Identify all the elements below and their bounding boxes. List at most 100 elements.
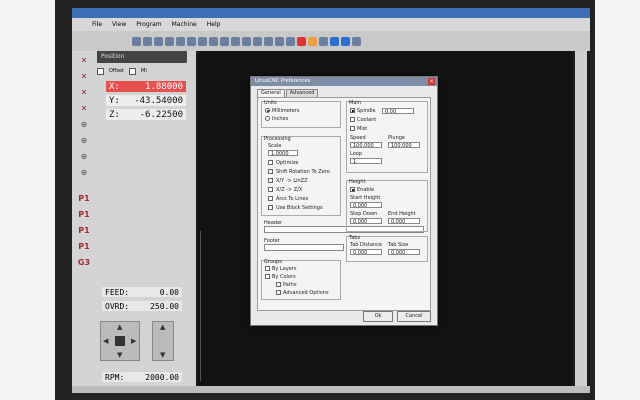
run-icon[interactable] [154,36,163,46]
pause-icon[interactable] [176,36,185,46]
jog-down-icon[interactable]: ▼ [117,351,122,359]
stop-icon[interactable] [297,36,306,46]
strip-icon-10[interactable]: P1 [74,207,94,221]
strip-icon-9[interactable]: P1 [74,191,94,205]
ok-button[interactable]: Ok [363,311,393,322]
plunge-field[interactable]: 100.000 [388,142,420,149]
arcs-to-lines-checkbox[interactable] [268,196,273,201]
close-icon[interactable]: × [428,78,435,85]
view-icon[interactable] [187,36,196,46]
step-icon[interactable] [165,36,174,46]
jog-z-up-icon[interactable]: ▲ [160,323,165,331]
enable-label: Enable [357,187,375,193]
by-colors-checkbox[interactable] [265,274,270,279]
menu-help[interactable]: Help [207,21,221,28]
strip-icon-11[interactable]: P1 [74,223,94,237]
mi-checkbox[interactable] [129,67,137,75]
folder-icon[interactable] [308,36,317,46]
save-icon[interactable] [352,36,361,46]
strip-icon-6[interactable]: ⊕ [74,133,94,147]
view-y-icon[interactable] [242,36,251,46]
inches-radio[interactable] [265,116,270,121]
block-settings-checkbox[interactable] [268,205,273,210]
height-title: Height [349,179,366,185]
rpm-readout: RPM: 2000.00 [102,372,182,382]
menu-file[interactable]: File [92,21,102,28]
step-down-label: Step Down [350,211,378,217]
strip-icon-1[interactable]: ✕ [74,53,94,67]
coolant-label: Coolant [357,117,377,123]
strip-icon-2[interactable]: ✕ [74,69,94,83]
strip-icon-4[interactable]: ✕ [74,101,94,115]
jog-right-icon[interactable]: ▶ [131,337,136,345]
jog-center [115,336,125,346]
menu-machine[interactable]: Machine [172,21,197,28]
strip-icon-13[interactable]: G3 [74,255,94,269]
enable-checkbox[interactable] [350,187,355,192]
view-x-icon[interactable] [231,36,240,46]
strip-icon-5[interactable]: ⊕ [74,117,94,131]
spindle-field[interactable]: 0.00 [382,108,414,115]
xy-linzz-checkbox[interactable] [268,178,273,183]
zoom-out-icon[interactable] [209,36,218,46]
jog-xy-pad[interactable]: ▲ ▼ ◀ ▶ [100,321,140,361]
scale-label: Scale [268,143,282,149]
jog-up-icon[interactable]: ▲ [117,323,122,331]
by-layers-checkbox[interactable] [265,266,270,271]
jog-z-pad[interactable]: ▲ ▼ [152,321,174,361]
grid-icon[interactable] [341,36,350,46]
coolant-checkbox[interactable] [350,117,355,122]
mist-checkbox[interactable] [350,126,355,131]
jog-z-down-icon[interactable]: ▼ [160,351,165,359]
shift-rotation-checkbox[interactable] [268,169,273,174]
speed-field[interactable]: 100.000 [350,142,382,149]
strip-icon-8[interactable]: ⊕ [74,165,94,179]
strip-icon-12[interactable]: P1 [74,239,94,253]
offset-checkbox[interactable] [97,67,104,75]
dro-x-value: 1.88000 [145,81,183,92]
dro-y-axis: Y: [109,95,120,106]
tab-distance-label: Tab Distance [350,242,382,248]
loop-field[interactable]: 1 [350,158,382,165]
tab-distance-field[interactable]: 0.000 [350,249,382,256]
footer-field[interactable] [264,244,344,251]
start-height-field[interactable]: 0.000 [350,202,382,209]
millimeters-radio[interactable] [265,108,270,113]
zoom-in-icon[interactable] [198,36,207,46]
advanced-options-checkbox[interactable] [276,290,281,295]
axis-line [200,231,201,381]
paths-checkbox[interactable] [276,282,281,287]
menu-program[interactable]: Program [136,21,161,28]
settings-icon[interactable] [319,36,328,46]
tool-icon[interactable] [286,36,295,46]
left-panel: ✕ ✕ ✕ ✕ ⊕ ⊕ ⊕ ⊕ P1 P1 P1 P1 G3 Position … [72,51,196,386]
globe-icon[interactable] [264,36,273,46]
tab-size-field[interactable]: 0.000 [388,249,420,256]
open-icon[interactable] [132,36,141,46]
view-z-icon[interactable] [220,36,229,46]
tab-size-label: Tab Size [388,242,409,248]
end-height-field[interactable]: 0.000 [388,218,420,225]
menu-view[interactable]: View [112,21,126,28]
jog-left-icon[interactable]: ◀ [103,337,108,345]
optimize-checkbox[interactable] [268,160,273,165]
strip-icon-3[interactable]: ✕ [74,85,94,99]
toolbar [72,31,590,51]
spindle-checkbox[interactable] [350,108,355,113]
play-icon[interactable] [330,36,339,46]
offset-label: Offset [109,68,125,74]
status-bar [72,386,590,393]
clear-icon[interactable] [275,36,284,46]
general-page: Units Millimeters Inches Processing Scal… [257,97,431,311]
step-down-field[interactable]: 0.000 [350,218,382,225]
xz-zx-checkbox[interactable] [268,187,273,192]
reload-icon[interactable] [143,36,152,46]
vertical-scrollbar[interactable] [575,51,587,386]
position-panel-title: Position [97,51,187,63]
view-p-icon[interactable] [253,36,262,46]
scale-field[interactable]: 1.0000 [268,150,298,157]
strip-icon-7[interactable]: ⊕ [74,149,94,163]
tab-advanced[interactable]: Advanced [285,89,319,97]
cancel-button[interactable]: Cancel [397,311,431,322]
tab-general[interactable]: General [257,89,285,97]
